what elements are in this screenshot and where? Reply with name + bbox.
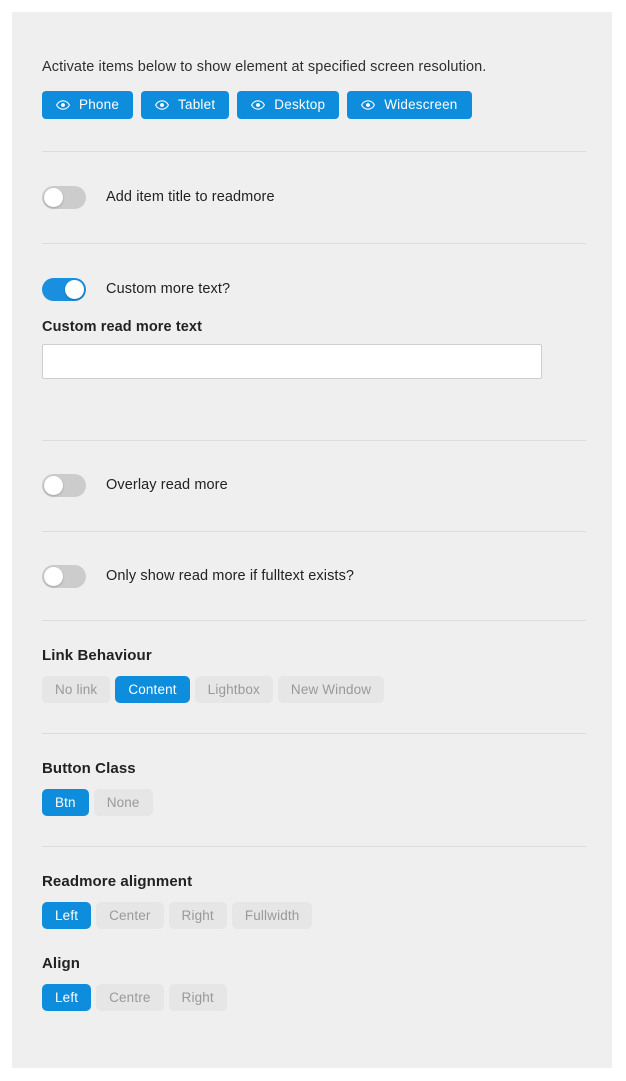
resolution-button-label: Tablet xyxy=(178,97,216,113)
resolution-button-desktop[interactable]: Desktop xyxy=(237,90,340,119)
resolution-description: Activate items below to show element at … xyxy=(42,59,487,75)
toggle-overlay-read-more[interactable] xyxy=(42,473,86,497)
toggle-row-custom-more-text: Custom more text? xyxy=(42,277,586,301)
resolution-button-label: Desktop xyxy=(274,97,326,113)
eye-icon xyxy=(56,98,70,112)
align-option-right[interactable]: Right xyxy=(168,983,227,1011)
settings-panel: Activate items below to show element at … xyxy=(12,12,612,1068)
toggle-only-show-if-fulltext[interactable] xyxy=(42,564,86,588)
link-behaviour-option-no-link[interactable]: No link xyxy=(42,675,111,703)
resolution-button-group: Phone Tablet Desktop Widescreen xyxy=(42,90,586,119)
toggle-knob xyxy=(44,187,63,207)
align-heading: Align xyxy=(42,954,80,972)
toggle-label-only-show-if-fulltext: Only show read more if fulltext exists? xyxy=(106,568,355,585)
toggle-custom-more-text[interactable] xyxy=(42,277,86,301)
toggle-label-custom-more-text: Custom more text? xyxy=(106,281,231,298)
toggle-knob xyxy=(65,279,84,299)
resolution-button-phone[interactable]: Phone xyxy=(42,90,134,119)
button-class-option-none[interactable]: None xyxy=(93,788,153,816)
custom-read-more-text-label: Custom read more text xyxy=(42,318,203,335)
link-behaviour-option-new-window[interactable]: New Window xyxy=(277,675,385,703)
toggle-label-overlay-read-more: Overlay read more xyxy=(106,477,228,494)
toggle-row-overlay-read-more: Overlay read more xyxy=(42,473,586,497)
toggle-knob xyxy=(44,566,63,586)
toggle-knob xyxy=(44,475,63,495)
button-class-option-btn[interactable]: Btn xyxy=(42,788,89,816)
eye-icon xyxy=(251,98,266,112)
readmore-alignment-option-center[interactable]: Center xyxy=(96,901,164,929)
link-behaviour-group: No link Content Lightbox New Window xyxy=(42,675,586,703)
align-option-centre[interactable]: Centre xyxy=(96,983,164,1011)
toggle-row-only-show-if-fulltext: Only show read more if fulltext exists? xyxy=(42,564,586,588)
link-behaviour-option-content[interactable]: Content xyxy=(115,675,190,703)
button-class-heading: Button Class xyxy=(42,759,136,777)
align-group: Left Centre Right xyxy=(42,983,586,1011)
resolution-button-tablet[interactable]: Tablet xyxy=(141,90,230,119)
readmore-alignment-option-left[interactable]: Left xyxy=(42,901,92,929)
custom-read-more-text-input[interactable] xyxy=(42,343,542,379)
align-option-left[interactable]: Left xyxy=(42,983,92,1011)
eye-icon xyxy=(155,98,170,112)
readmore-alignment-group: Left Center Right Fullwidth xyxy=(42,901,586,929)
settings-content: Activate items below to show element at … xyxy=(42,12,586,1011)
toggle-label-add-item-title: Add item title to readmore xyxy=(106,189,275,206)
button-class-group: Btn None xyxy=(42,788,586,816)
resolution-button-widescreen[interactable]: Widescreen xyxy=(347,90,472,119)
readmore-alignment-option-fullwidth[interactable]: Fullwidth xyxy=(231,901,313,929)
toggle-add-item-title[interactable] xyxy=(42,185,86,209)
link-behaviour-option-lightbox[interactable]: Lightbox xyxy=(194,675,273,703)
resolution-button-label: Phone xyxy=(79,97,120,113)
toggle-row-add-item-title: Add item title to readmore xyxy=(42,185,586,209)
readmore-alignment-heading: Readmore alignment xyxy=(42,872,193,890)
eye-icon xyxy=(361,98,376,112)
readmore-alignment-option-right[interactable]: Right xyxy=(168,901,227,929)
link-behaviour-heading: Link Behaviour xyxy=(42,646,152,664)
resolution-button-label: Widescreen xyxy=(384,97,458,113)
